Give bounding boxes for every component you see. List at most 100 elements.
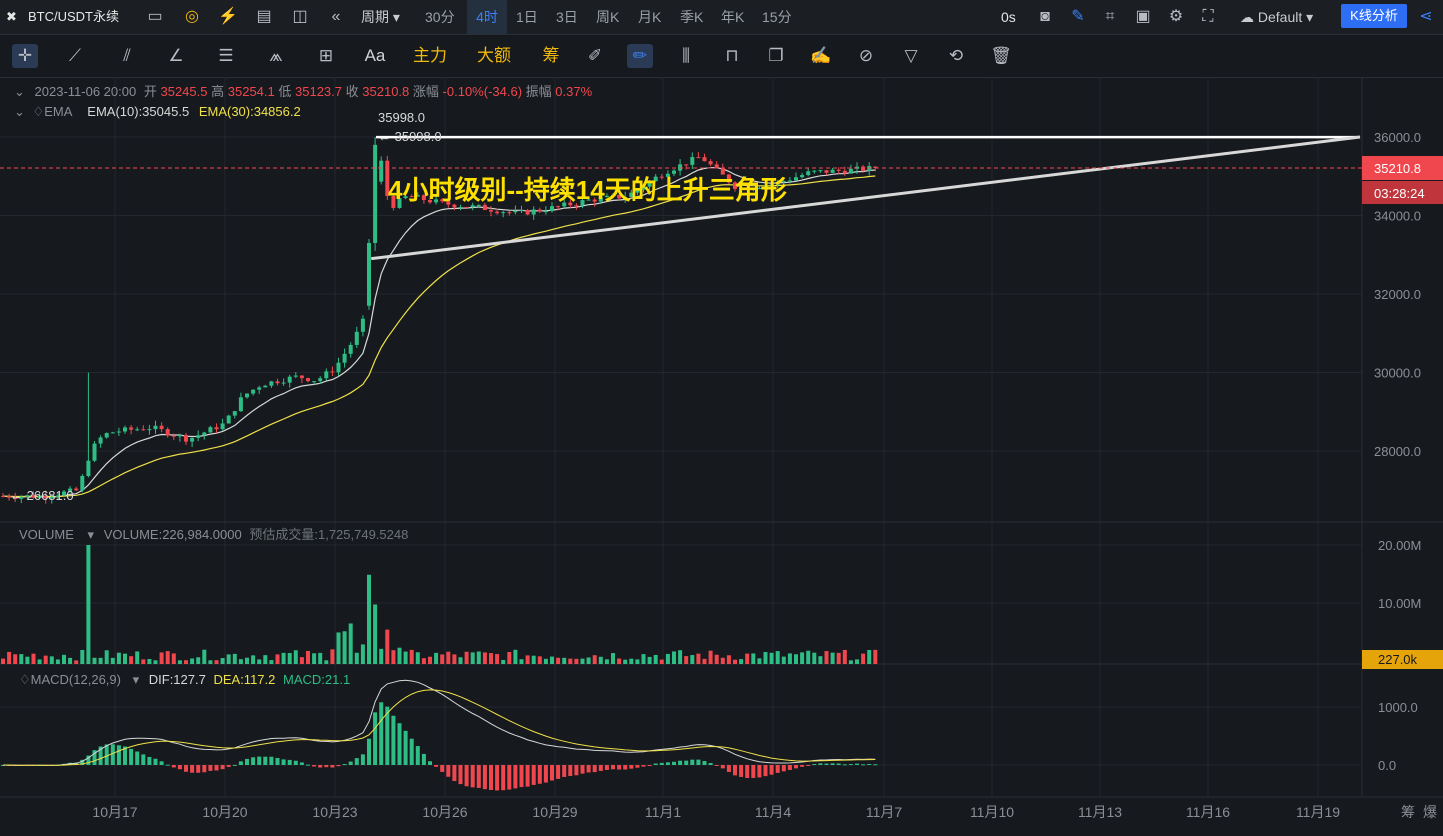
macd-histogram-bar xyxy=(428,761,432,765)
collapse-chevron-icon[interactable]: ⌄ xyxy=(14,84,25,99)
volume-bar xyxy=(580,658,585,664)
last-volume-badge-text: 227.0k xyxy=(1378,652,1418,667)
collapse-chevron-icon[interactable]: ⌄ xyxy=(14,104,25,119)
volume-bar xyxy=(232,653,237,664)
volume-bar xyxy=(519,659,524,664)
macd-histogram-bar xyxy=(525,765,530,787)
candle-body xyxy=(293,375,298,377)
macd-histogram-bar xyxy=(318,765,323,768)
macd-histogram-bar xyxy=(714,765,719,766)
candle-body xyxy=(702,157,707,162)
time-tick-label: 10月17 xyxy=(92,804,137,820)
time-tick-label: 11月7 xyxy=(866,804,903,820)
price-chart[interactable]: 36000.0 34000.0 32000.0 30000.0 28000.0 35210… xyxy=(0,0,1443,836)
volume-bar xyxy=(812,652,817,664)
candle-body xyxy=(147,429,152,431)
macd-histogram-bar xyxy=(245,758,249,765)
volume-bar xyxy=(62,654,66,664)
macd-histogram-bar xyxy=(550,765,554,781)
macd-histogram-bar xyxy=(104,744,109,765)
volume-dropdown-icon[interactable]: ▾ xyxy=(88,527,95,542)
macd-histogram-bar xyxy=(306,764,310,766)
volume-bar xyxy=(123,653,127,664)
candle-body xyxy=(92,443,97,461)
chips-toggle-label: 筹 xyxy=(1401,804,1415,820)
macd-histogram-bar xyxy=(342,764,347,766)
macd-histogram-bar xyxy=(586,765,591,773)
volume-bar xyxy=(665,653,670,664)
candle-body xyxy=(251,389,256,394)
macd-histogram-bar xyxy=(415,746,420,765)
volume-bar xyxy=(287,653,292,664)
volume-bar xyxy=(763,651,768,664)
volume-bar xyxy=(482,652,487,664)
volume-bar xyxy=(263,655,268,664)
volume-bar xyxy=(141,659,146,664)
macd-histogram-bar xyxy=(873,764,878,766)
macd-dea-line xyxy=(3,689,876,766)
volume-bar xyxy=(836,652,841,664)
macd-histogram-bar xyxy=(293,760,298,765)
candle-body xyxy=(842,170,847,174)
ema10-value: EMA(10):35045.5 xyxy=(87,104,190,119)
volume-bar xyxy=(184,660,188,664)
macd-histogram-bar xyxy=(848,764,853,766)
ema30-line xyxy=(2,175,876,498)
candle-body xyxy=(153,425,158,430)
time-tick-label: 10月23 xyxy=(312,804,357,820)
volume-bar xyxy=(800,652,805,664)
macd-histogram-bar xyxy=(604,765,609,770)
amplitude-label: 振幅 xyxy=(525,84,552,99)
candle-body xyxy=(495,211,500,214)
high-mark-label: 35998.0 xyxy=(378,110,425,125)
bell-icon[interactable]: ♢ xyxy=(33,104,45,119)
volume-bar xyxy=(446,651,451,664)
macd-histogram-bar xyxy=(556,765,561,779)
macd-histogram-bar xyxy=(446,765,451,777)
candle-body xyxy=(336,362,341,373)
volume-bar xyxy=(409,649,414,664)
candle-body xyxy=(1,496,5,498)
macd-tick-label: 0.0 xyxy=(1378,758,1396,773)
volume-bar xyxy=(245,657,249,664)
volume-bar xyxy=(147,658,152,664)
macd-histogram-bar xyxy=(720,765,725,769)
macd-dropdown-icon[interactable]: ▾ xyxy=(133,672,140,687)
macd-histogram-bar xyxy=(458,765,463,785)
volume-bar xyxy=(208,660,213,664)
candle-body xyxy=(690,157,695,165)
macd-histogram-bar xyxy=(684,760,689,765)
time-tick-label: 11月4 xyxy=(755,804,792,820)
volume-bar xyxy=(342,631,347,664)
macd-histogram-bar xyxy=(787,765,792,770)
macd-histogram-bar xyxy=(482,765,487,790)
macd-histogram-bar xyxy=(196,765,201,773)
volume-bar xyxy=(348,623,353,664)
volume-bar xyxy=(690,655,695,664)
candle-body xyxy=(342,353,347,363)
macd-histogram-bar xyxy=(763,765,768,777)
macd-histogram-bar xyxy=(373,712,378,765)
volume-name[interactable]: VOLUME xyxy=(19,527,74,542)
macd-name[interactable]: MACD(12,26,9) xyxy=(31,672,121,687)
low-mark-label: ← 26681.0 xyxy=(10,488,74,503)
last-price-badge-text: 35210.8 xyxy=(1374,161,1421,176)
macd-histogram-bar xyxy=(531,765,536,785)
volume-bar xyxy=(745,653,750,664)
candle-body xyxy=(299,375,304,379)
macd-tick-label: 1000.0 xyxy=(1378,700,1418,715)
volume-bar xyxy=(586,657,591,664)
change-label: 涨幅 xyxy=(412,84,439,99)
candle-body xyxy=(202,432,207,436)
candle-body xyxy=(129,427,134,430)
volume-bar xyxy=(269,660,274,664)
candle-body xyxy=(324,371,329,379)
bell-icon[interactable]: ♢ xyxy=(19,672,31,687)
macd-histogram-bar xyxy=(135,751,140,765)
macd-histogram-bar xyxy=(806,765,811,766)
macd-histogram-bar xyxy=(818,763,823,765)
ema-name[interactable]: EMA xyxy=(44,104,71,119)
macd-histogram-bar xyxy=(726,765,731,772)
macd-histogram-bar xyxy=(238,761,243,765)
volume-bar xyxy=(129,656,134,664)
